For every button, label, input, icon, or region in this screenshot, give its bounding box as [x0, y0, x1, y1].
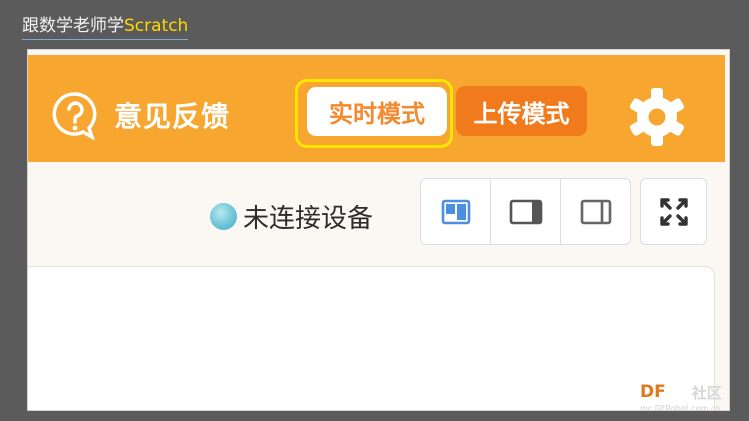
- top-menu-bar: 意见反馈 实时模式 上传模式: [28, 55, 725, 162]
- layout-small-stage-button[interactable]: [421, 179, 491, 244]
- app-screenshot: 意见反馈 实时模式 上传模式 未连接设备: [28, 50, 729, 410]
- layout-large-stage-icon: [509, 199, 542, 224]
- fullscreen-button[interactable]: [640, 178, 707, 245]
- device-status-label: 未连接设备: [243, 203, 374, 234]
- watermark-text: 社区: [691, 383, 722, 402]
- layout-hide-stage-button[interactable]: [561, 179, 630, 244]
- feedback-label: 意见反馈: [114, 100, 231, 133]
- realtime-mode-button[interactable]: 实时模式: [307, 87, 447, 136]
- status-dot-icon: [210, 202, 237, 230]
- feedback-question-icon: [52, 92, 97, 140]
- watermark-url: mc.DFRobot.com.cn: [640, 404, 721, 413]
- feedback-button[interactable]: 意见反馈: [50, 90, 230, 140]
- layout-large-stage-button[interactable]: [491, 179, 561, 244]
- watermark-brand: DF: [640, 382, 666, 402]
- layout-hide-stage-icon: [580, 199, 611, 224]
- caption-highlight: Scratch: [124, 16, 189, 36]
- settings-gear-icon[interactable]: [626, 86, 688, 148]
- layout-small-stage-icon: [441, 199, 470, 224]
- watermark-logo: DF 社区: [640, 380, 722, 404]
- fullscreen-icon: [659, 197, 688, 226]
- video-caption: 跟数学老师学Scratch: [22, 14, 189, 40]
- caption-prefix: 跟数学老师学: [22, 16, 124, 36]
- stage-layout-switcher: [420, 178, 631, 245]
- device-status[interactable]: 未连接设备: [210, 200, 374, 234]
- stage-panel: [28, 266, 715, 410]
- upload-mode-button[interactable]: 上传模式: [456, 86, 587, 136]
